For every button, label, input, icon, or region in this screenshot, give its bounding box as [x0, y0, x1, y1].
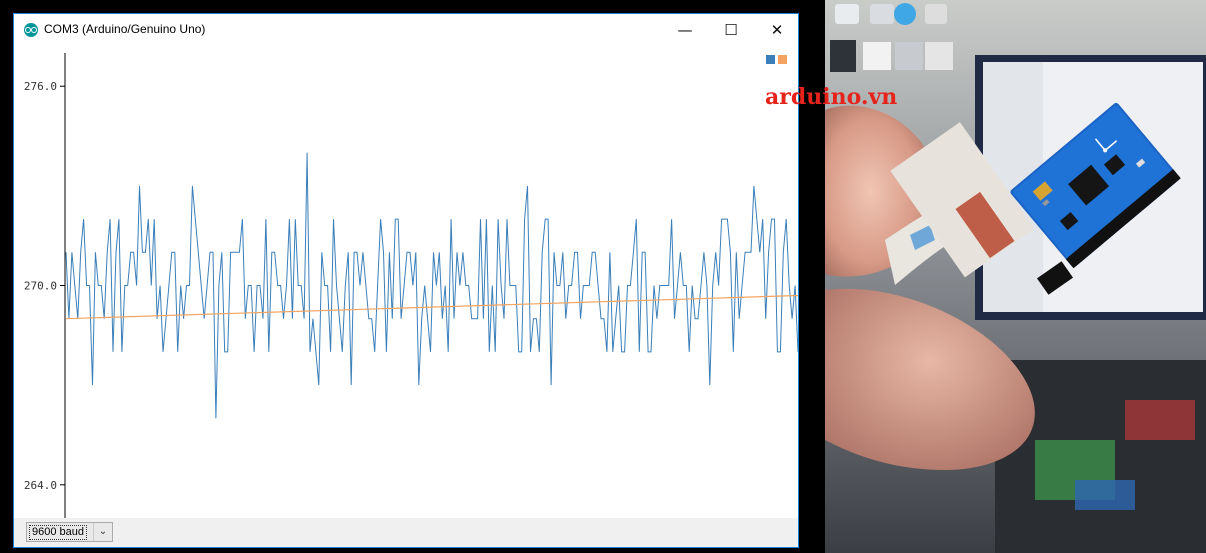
- window-title: COM3 (Arduino/Genuino Uno): [44, 22, 206, 36]
- maximize-button[interactable]: ☐: [708, 14, 754, 45]
- legend-swatch-1: [766, 55, 775, 64]
- plot-area: 264.0 270.0 276.0: [14, 45, 798, 518]
- serial-plotter-window: COM3 (Arduino/Genuino Uno) — ☐ ✕ 264.0 27…: [13, 13, 799, 548]
- arduino-logo-icon: [24, 23, 38, 37]
- baud-rate-select[interactable]: 9600 baud ⌄: [26, 522, 113, 542]
- serial-plot-chart: 264.0 270.0 276.0: [24, 53, 798, 518]
- sensor-photo-image: [825, 0, 1206, 553]
- legend-swatch-2: [778, 55, 787, 64]
- y-tick-label: 276.0: [24, 80, 57, 93]
- bottom-bar: 9600 baud ⌄: [14, 518, 798, 547]
- y-tick-label: 270.0: [24, 280, 57, 293]
- series-line-1: [65, 152, 798, 419]
- minimize-button[interactable]: —: [662, 14, 708, 45]
- watermark-text: arduino.vn: [765, 84, 898, 110]
- title-bar[interactable]: COM3 (Arduino/Genuino Uno) — ☐ ✕: [14, 14, 798, 45]
- y-tick-label: 264.0: [24, 479, 57, 492]
- sensor-photo: [825, 0, 1206, 553]
- close-button[interactable]: ✕: [754, 14, 800, 45]
- baud-rate-value: 9600 baud: [29, 525, 87, 540]
- chevron-down-icon: ⌄: [93, 523, 112, 541]
